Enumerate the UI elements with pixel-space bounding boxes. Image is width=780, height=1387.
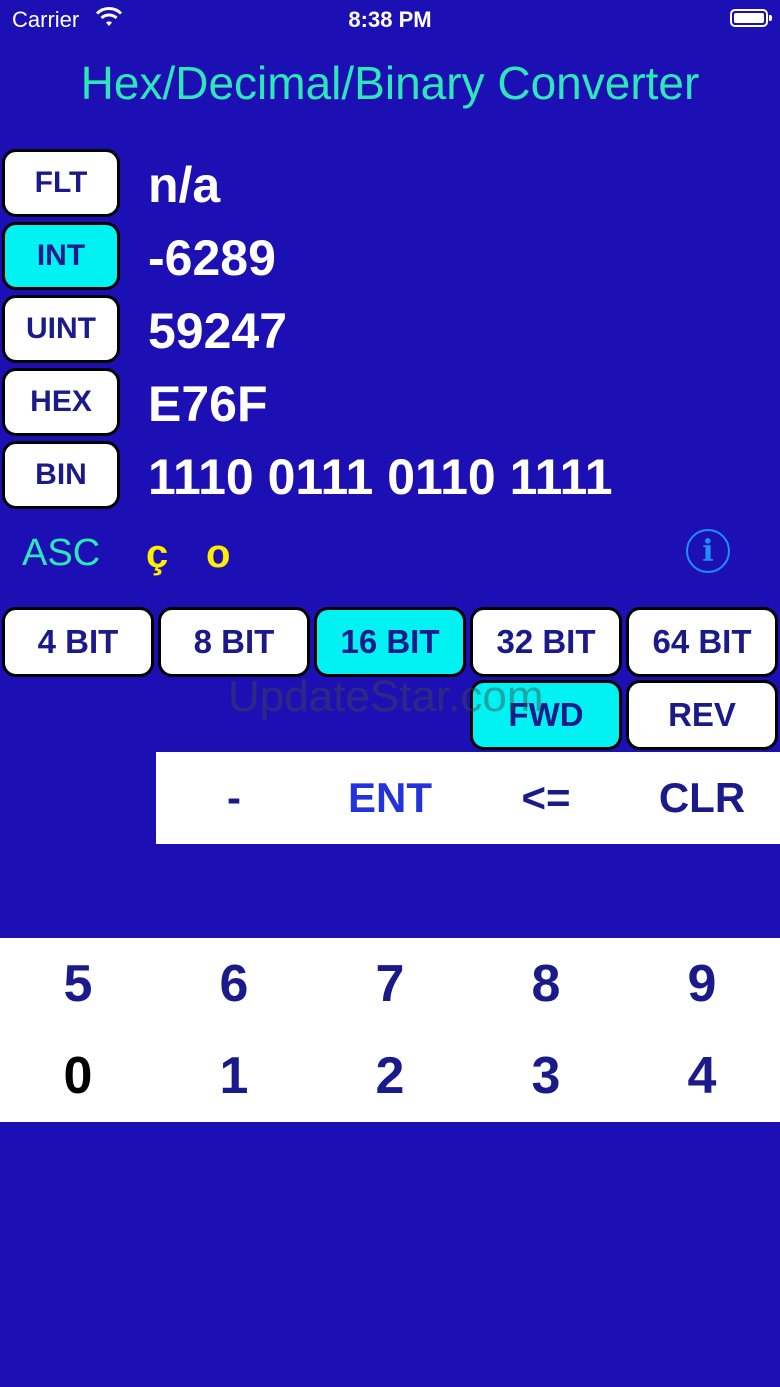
flt-button[interactable]: FLT — [2, 149, 120, 217]
info-icon[interactable]: i — [686, 529, 730, 573]
key-9[interactable]: 9 — [624, 938, 780, 1030]
key-4[interactable]: 4 — [624, 1030, 780, 1122]
bit-4-button[interactable]: 4 BIT — [2, 607, 154, 677]
bit-64-button[interactable]: 64 BIT — [626, 607, 778, 677]
key-0[interactable]: 0 — [0, 1030, 156, 1122]
bit-8-button[interactable]: 8 BIT — [158, 607, 310, 677]
bin-button[interactable]: BIN — [2, 441, 120, 509]
battery-icon — [730, 9, 772, 27]
clear-button[interactable]: CLR — [624, 752, 780, 844]
watermark: UpdateStar.com — [228, 672, 544, 721]
app-title: Hex/Decimal/Binary Converter — [80, 57, 700, 109]
asc-char-2: o — [206, 532, 231, 576]
bit-32-button[interactable]: 32 BIT — [470, 607, 622, 677]
key-6[interactable]: 6 — [156, 938, 312, 1030]
rev-button[interactable]: REV — [626, 680, 778, 750]
key-1[interactable]: 1 — [156, 1030, 312, 1122]
status-time: 8:38 PM — [348, 7, 432, 32]
hex-value: E76F — [148, 376, 268, 432]
key-3[interactable]: 3 — [468, 1030, 624, 1122]
uint-value: 59247 — [148, 303, 288, 359]
hex-button[interactable]: HEX — [2, 368, 120, 436]
key-7[interactable]: 7 — [312, 938, 468, 1030]
minus-button[interactable]: - — [156, 752, 312, 844]
flt-value: n/a — [148, 157, 221, 213]
bit-16-button[interactable]: 16 BIT — [314, 607, 466, 677]
key-8[interactable]: 8 — [468, 938, 624, 1030]
status-bar: Carrier 8:38 PM — [0, 0, 780, 40]
backspace-button[interactable]: <= — [468, 752, 624, 844]
asc-char-1: ç — [146, 532, 169, 576]
int-value: -6289 — [148, 230, 276, 286]
key-2[interactable]: 2 — [312, 1030, 468, 1122]
asc-label: ASC — [22, 532, 101, 574]
keypad: 5 6 7 8 9 0 1 2 3 4 — [0, 938, 780, 1122]
uint-button[interactable]: UINT — [2, 295, 120, 363]
int-button[interactable]: INT — [2, 222, 120, 290]
key-5[interactable]: 5 — [0, 938, 156, 1030]
enter-button[interactable]: ENT — [312, 752, 468, 844]
operation-bar: - ENT <= CLR — [156, 752, 780, 844]
bin-value: 1110 0111 0110 1111 — [148, 449, 613, 505]
